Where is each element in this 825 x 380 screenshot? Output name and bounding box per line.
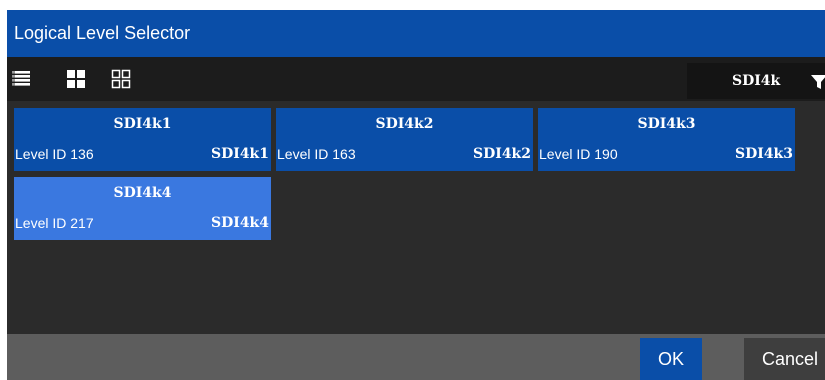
title-bar: Logical Level Selector [7, 10, 825, 57]
toolbar: SDI4k [7, 57, 825, 101]
level-tag: SDI4k1 [211, 146, 269, 162]
list-view-icon[interactable] [11, 69, 31, 89]
level-tile-sdi4k2[interactable]: SDI4k2 Level ID 163 SDI4k2 [276, 108, 533, 171]
level-tag: SDI4k2 [473, 146, 531, 162]
level-tile-sdi4k3[interactable]: SDI4k3 Level ID 190 SDI4k3 [538, 108, 795, 171]
level-id: Level ID 163 [277, 146, 356, 162]
level-name: SDI4k4 [113, 185, 172, 201]
ok-button[interactable]: OK [640, 338, 702, 380]
small-tile-view-icon[interactable] [111, 69, 131, 89]
level-id: Level ID 136 [15, 146, 94, 162]
level-name: SDI4k3 [637, 116, 696, 132]
dialog-title: Logical Level Selector [14, 23, 191, 43]
level-grid: SDI4k1 Level ID 136 SDI4k1 SDI4k2 Level … [7, 101, 825, 331]
level-name: SDI4k2 [375, 116, 434, 132]
filter-funnel-icon[interactable] [811, 74, 825, 90]
level-tag: SDI4k3 [735, 146, 793, 162]
level-tile-sdi4k1[interactable]: SDI4k1 Level ID 136 SDI4k1 [14, 108, 271, 171]
level-id: Level ID 190 [539, 146, 618, 162]
logical-level-selector-dialog: Logical Level Selector SDI4k SDI4k1 Leve… [7, 10, 825, 380]
large-tile-view-icon[interactable] [66, 69, 86, 89]
level-id: Level ID 217 [15, 215, 94, 231]
filter-field[interactable]: SDI4k [687, 63, 825, 99]
level-tile-sdi4k4[interactable]: SDI4k4 Level ID 217 SDI4k4 [14, 177, 271, 240]
filter-value: SDI4k [732, 73, 781, 89]
level-name: SDI4k1 [113, 116, 172, 132]
level-tag: SDI4k4 [211, 215, 269, 231]
dialog-footer: OK Cancel [7, 334, 825, 380]
cancel-button[interactable]: Cancel [744, 338, 825, 380]
